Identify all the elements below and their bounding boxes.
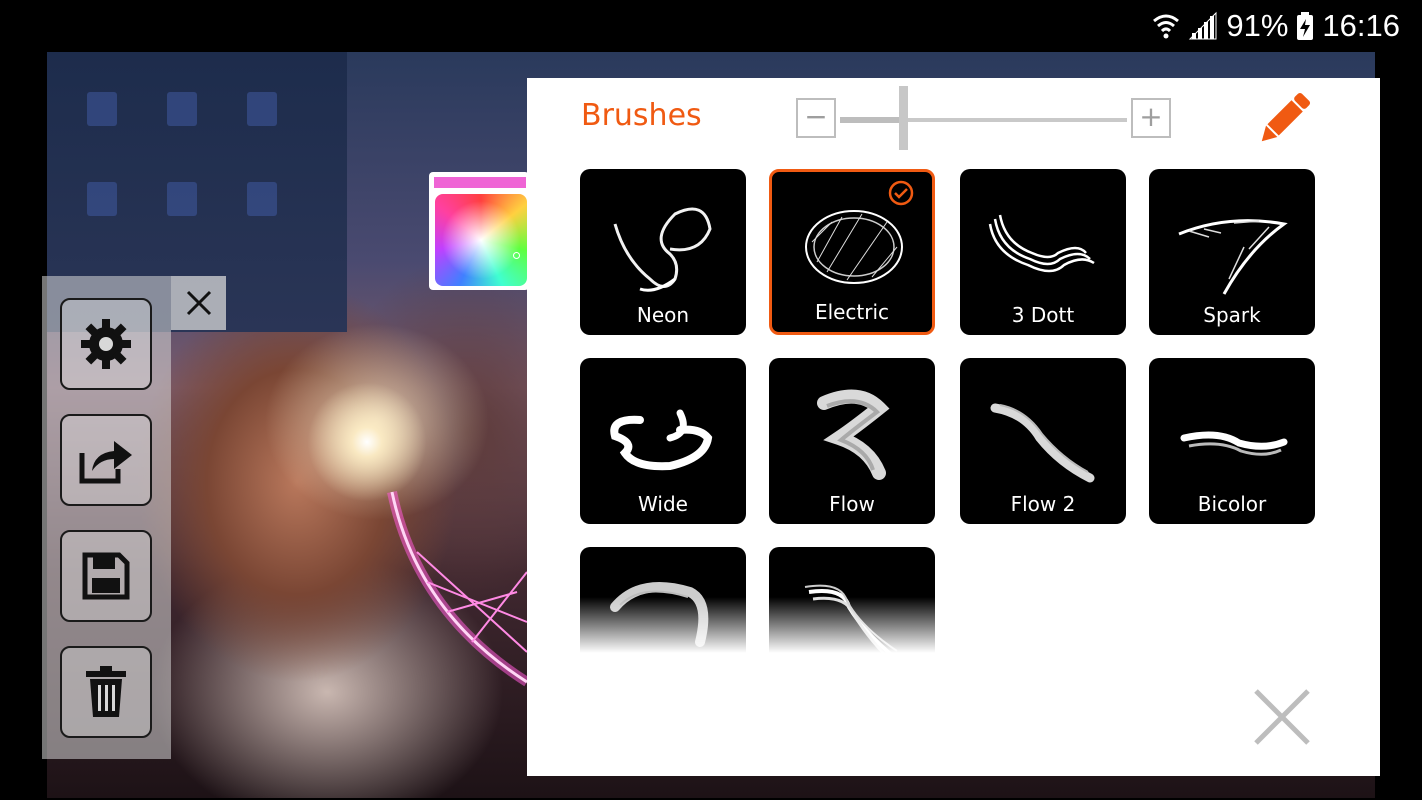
flow-brush-preview-icon (817, 389, 890, 480)
toolbar-close-button[interactable] (171, 276, 226, 330)
spark-brush-preview-icon (1178, 219, 1288, 295)
neon-brush-preview-icon (613, 207, 712, 292)
color-picker[interactable] (429, 172, 529, 290)
brush-tile-3-dott[interactable]: 3 Dott (960, 169, 1126, 335)
brush-label: Wide (638, 492, 688, 516)
share-button[interactable] (60, 414, 152, 506)
status-bar: 91% 16:16 (0, 0, 1422, 52)
brush-label: Neon (636, 303, 690, 327)
close-icon (186, 290, 211, 316)
brush-size-slider-thumb[interactable] (899, 86, 909, 150)
brush-tile-flow[interactable]: Flow (769, 358, 935, 524)
brush-tile-spark[interactable]: Spark (1149, 169, 1315, 335)
panel-title: Brushes (581, 98, 702, 133)
current-color-swatch[interactable] (434, 177, 526, 188)
bicolor-brush-preview-icon (1180, 431, 1288, 456)
brush-size-slider-fill (840, 117, 904, 123)
battery-charging-icon (1297, 12, 1314, 40)
wide-brush-preview-icon (610, 409, 713, 471)
selected-check-icon (888, 180, 914, 206)
brush-label: Spark (1203, 303, 1261, 327)
brush-tile-9[interactable] (580, 547, 746, 667)
brush-label: Electric (814, 300, 890, 324)
brush-label: Flow (829, 492, 875, 516)
share-icon (79, 441, 132, 484)
brush-tile-10[interactable] (769, 547, 935, 667)
wifi-icon (1153, 14, 1180, 39)
save-icon (82, 552, 130, 600)
gear-icon (81, 319, 131, 369)
brush-tile-wide[interactable]: Wide (580, 358, 746, 524)
brush-tile-flow-2[interactable]: Flow 2 (960, 358, 1126, 524)
size-increase-button[interactable]: + (1131, 98, 1171, 138)
battery-percent: 91% (1226, 8, 1289, 43)
settings-button[interactable] (60, 298, 152, 390)
color-selector-dot[interactable] (513, 252, 520, 259)
brush-label: Flow 2 (1010, 492, 1076, 516)
brush-label: 3 Dott (1011, 303, 1075, 327)
size-decrease-button[interactable]: − (796, 98, 836, 138)
clock: 16:16 (1322, 8, 1400, 43)
brush-tile-bicolor[interactable]: Bicolor (1149, 358, 1315, 524)
3-dott-brush-preview-icon (988, 214, 1095, 273)
brushes-panel: Brushes − + Neon Electric 3 Dott Spark W… (527, 78, 1380, 776)
save-button[interactable] (60, 530, 152, 622)
close-panel-button[interactable] (1253, 688, 1311, 746)
neon-drawn-stroke (387, 490, 530, 687)
scroll-fade (769, 597, 935, 667)
trash-icon (86, 666, 126, 717)
brush-label: Bicolor (1197, 492, 1267, 516)
brush-tile-electric[interactable]: Electric (769, 169, 935, 335)
color-wheel[interactable] (435, 194, 527, 286)
status-icons: 91% 16:16 (1152, 6, 1400, 46)
flow-2-brush-preview-icon (990, 403, 1095, 483)
signal-icon (1189, 11, 1217, 40)
scroll-fade (580, 597, 746, 667)
delete-button[interactable] (60, 646, 152, 738)
brush-tile-neon[interactable]: Neon (580, 169, 746, 335)
pencil-icon[interactable] (1253, 90, 1313, 150)
